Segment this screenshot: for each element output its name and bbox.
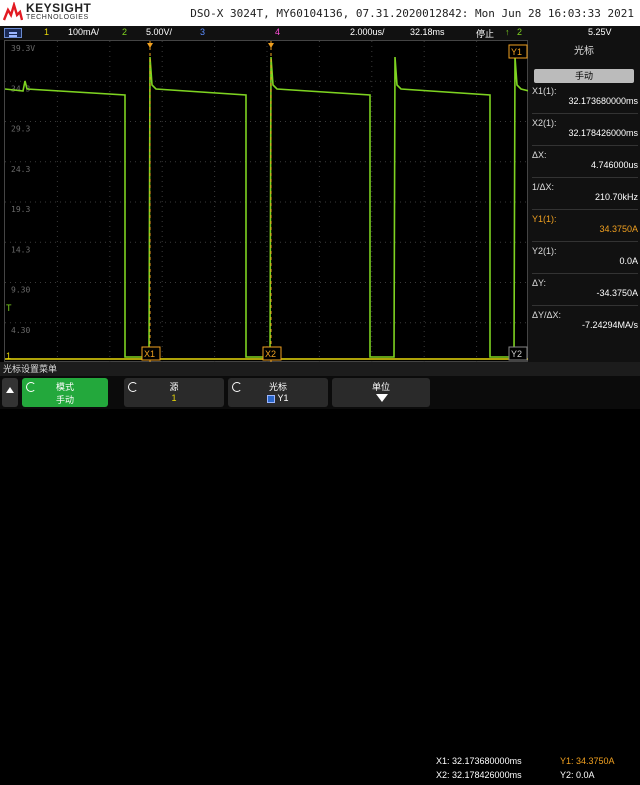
waveform-svg: 39.3V34.329.324.319.314.39.304.30X1 X2Y1Y… bbox=[5, 41, 529, 363]
dy-value: -34.3750A bbox=[596, 288, 638, 298]
units-softkey[interactable]: 单位 bbox=[332, 378, 430, 407]
cursor-readout: X1: 32.173680000ms X2: 32.178426000ms Y1… bbox=[432, 754, 640, 785]
waveform-display[interactable]: 39.3V 34.3 29.3 24.3 19.3 14.3 9.30 4.30 X1 X2 Y1 Y… bbox=[4, 40, 529, 363]
readout-x2: X2: 32.178426000ms bbox=[436, 770, 522, 780]
y-tick-label: 24.3 bbox=[11, 165, 30, 174]
x2-value: 32.178426000ms bbox=[568, 128, 638, 138]
y-tick-label: 39.3V bbox=[11, 44, 35, 53]
dydx-readout: ΔY/ΔX: -7.24294MA/s bbox=[532, 310, 638, 330]
ch4-number[interactable]: 4 bbox=[275, 27, 280, 37]
trigger-channel[interactable]: 2 bbox=[517, 27, 522, 37]
cursor-marker-top bbox=[147, 43, 153, 48]
cursor-tag-label: X2 bbox=[265, 349, 276, 359]
ch2-scale[interactable]: 5.00V/ bbox=[146, 27, 172, 37]
ground-marker: 1 bbox=[6, 351, 11, 361]
inv-dx-label: 1/ΔX: bbox=[532, 182, 555, 192]
x1-readout: X1(1): 32.173680000ms bbox=[532, 86, 638, 106]
mode-softkey-value: 手动 bbox=[55, 395, 74, 405]
source-softkey[interactable]: 源 1 bbox=[124, 378, 224, 407]
softkey-bar: 模式 手动 源 1 光标 Y1 单位 X1: 32.173680000ms X2… bbox=[0, 376, 640, 780]
y1-readout: Y1(1): 34.3750A bbox=[532, 214, 638, 234]
cursor-panel-title: 光标 bbox=[574, 46, 594, 57]
readout-y1: Y1: 34.3750A bbox=[560, 756, 615, 766]
ch1-scale[interactable]: 100mA/ bbox=[68, 27, 99, 37]
source-softkey-title: 源 bbox=[169, 382, 179, 392]
y-tick-label: 29.3 bbox=[11, 125, 30, 134]
cursor-softkey-value: Y1 bbox=[277, 393, 289, 403]
trigger-edge-icon: ↑ bbox=[505, 27, 510, 37]
trigger-marker: T bbox=[6, 303, 12, 313]
brand-name: KEYSIGHT bbox=[26, 1, 92, 15]
checkbox-icon bbox=[267, 394, 276, 403]
dx-value: 4.746000us bbox=[590, 160, 638, 170]
dy-label: ΔY: bbox=[532, 278, 547, 288]
channel-bar: 1 100mA/ 2 5.00V/ 3 4 2.000us/ 32.18ms 停… bbox=[0, 26, 640, 40]
y2-value: 0.0A bbox=[619, 256, 638, 266]
mode-softkey-title: 模式 bbox=[55, 382, 74, 392]
chevron-down-icon bbox=[376, 394, 388, 402]
ch2-number[interactable]: 2 bbox=[122, 27, 127, 37]
x2-label: X2(1): bbox=[532, 118, 557, 128]
menu-icon[interactable] bbox=[4, 28, 22, 38]
dy-readout: ΔY: -34.3750A bbox=[532, 278, 638, 298]
back-up-icon[interactable] bbox=[2, 378, 18, 407]
delay[interactable]: 32.18ms bbox=[410, 27, 445, 37]
ch1-number[interactable]: 1 bbox=[44, 27, 49, 37]
source-softkey-value: 1 bbox=[171, 393, 177, 403]
timebase[interactable]: 2.000us/ bbox=[350, 27, 385, 37]
x1-value: 32.173680000ms bbox=[568, 96, 638, 106]
y-tick-label: 19.3 bbox=[11, 205, 30, 214]
run-state: 停止 bbox=[476, 29, 495, 39]
dx-label: ΔX: bbox=[532, 150, 547, 160]
keysight-logo-icon bbox=[3, 2, 23, 21]
y2-label: Y2(1): bbox=[532, 246, 557, 256]
dx-readout: ΔX: 4.746000us bbox=[532, 150, 638, 170]
y2-readout: Y2(1): 0.0A bbox=[532, 246, 638, 266]
readout-x1: X1: 32.173680000ms bbox=[436, 756, 522, 766]
inv-dx-readout: 1/ΔX: 210.70kHz bbox=[532, 182, 638, 202]
y1-label: Y1(1): bbox=[532, 214, 557, 224]
title-bar: KEYSIGHT TECHNOLOGIES DSO-X 3024T, MY601… bbox=[0, 0, 640, 26]
trigger-level[interactable]: 5.25V bbox=[588, 27, 612, 37]
cursor-mode-button[interactable]: 手动 bbox=[534, 69, 634, 83]
y1-value: 34.3750A bbox=[599, 224, 638, 234]
y-tick-label: 14.3 bbox=[11, 245, 30, 254]
dydx-label: ΔY/ΔX: bbox=[532, 310, 562, 320]
ch3-number[interactable]: 3 bbox=[200, 27, 205, 37]
instrument-info: DSO-X 3024T, MY60104136, 07.31.202001284… bbox=[190, 7, 634, 20]
x1-label: X1(1): bbox=[532, 86, 557, 96]
inv-dx-value: 210.70kHz bbox=[594, 192, 638, 202]
cursor-tag-label: X1 bbox=[144, 349, 155, 359]
dydx-value: -7.24294MA/s bbox=[581, 320, 638, 330]
readout-y2: Y2: 0.0A bbox=[560, 770, 595, 780]
y2-cursor-label: Y2 bbox=[511, 349, 522, 359]
cursor-softkey-value-wrap: Y1 bbox=[228, 393, 328, 403]
y-tick-label: 4.30 bbox=[11, 326, 30, 335]
cursor-softkey-title: 光标 bbox=[268, 382, 287, 392]
cursor-panel: 光标 手动 X1(1): 32.173680000ms X2(1): 32.17… bbox=[528, 40, 640, 362]
y-tick-label: 9.30 bbox=[11, 286, 30, 295]
brand-subtitle: TECHNOLOGIES bbox=[26, 14, 89, 21]
cursor-marker-top bbox=[268, 43, 274, 48]
y1-cursor-label: Y1 bbox=[511, 47, 522, 57]
mode-softkey[interactable]: 模式 手动 bbox=[22, 378, 108, 407]
units-softkey-title: 单位 bbox=[371, 382, 390, 392]
softkey-menu-title: 光标设置菜单 bbox=[0, 362, 640, 376]
x2-readout: X2(1): 32.178426000ms bbox=[532, 118, 638, 138]
cursor-softkey[interactable]: 光标 Y1 bbox=[228, 378, 328, 407]
